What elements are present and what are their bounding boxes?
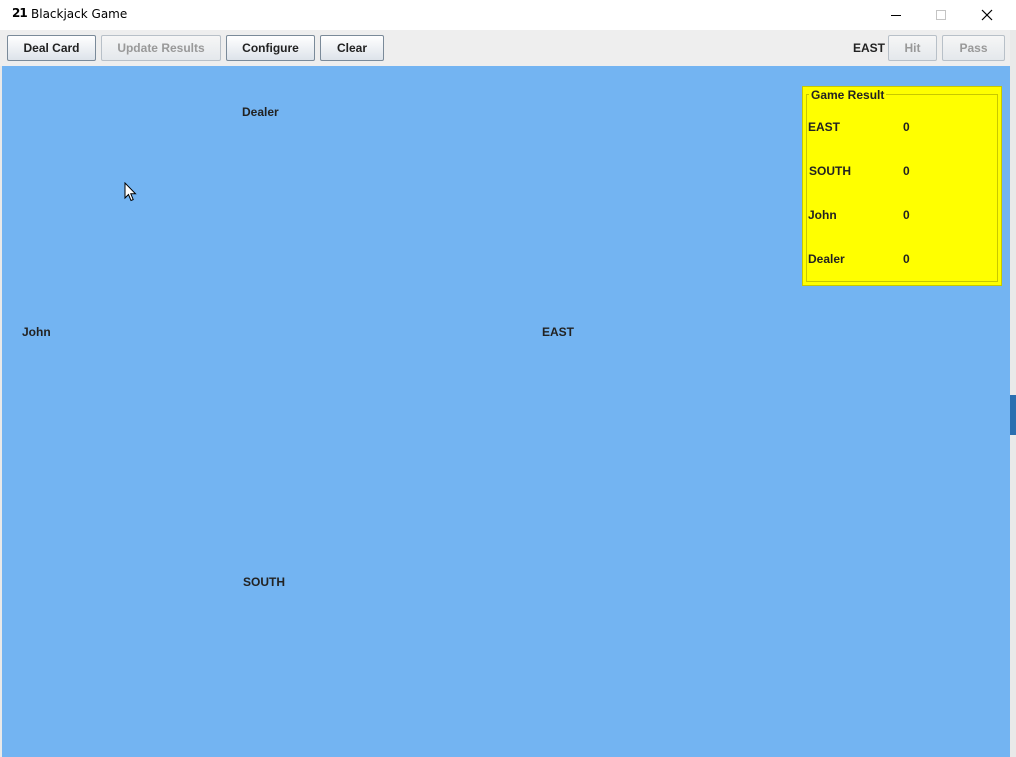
result-name-east: EAST [808, 120, 841, 134]
window-edge-accent [1010, 395, 1016, 435]
window-right-border [1010, 30, 1016, 757]
toolbar: Deal Card Update Results Configure Clear… [0, 30, 1010, 66]
configure-button[interactable]: Configure [226, 35, 315, 61]
hit-button[interactable]: Hit [888, 35, 937, 61]
pass-button[interactable]: Pass [942, 35, 1005, 61]
close-icon [981, 9, 993, 21]
east-label: EAST [542, 325, 575, 339]
dealer-label: Dealer [242, 105, 279, 119]
result-score-east: 0 [903, 120, 910, 134]
game-result-panel: Game Result EAST 0 SOUTH 0 John 0 Dealer… [802, 86, 1002, 286]
maximize-button [918, 0, 964, 30]
minimize-button[interactable] [873, 0, 919, 30]
result-score-dealer: 0 [903, 252, 910, 266]
result-name-south: SOUTH [809, 164, 851, 178]
current-turn-label: EAST [853, 41, 886, 55]
south-label: SOUTH [243, 575, 285, 589]
app-icon: 21 [12, 6, 28, 20]
result-score-south: 0 [903, 164, 910, 178]
window-title: Blackjack Game [31, 7, 128, 21]
john-label: John [22, 325, 51, 339]
maximize-icon [936, 10, 946, 20]
deal-card-button[interactable]: Deal Card [7, 35, 96, 61]
clear-button[interactable]: Clear [320, 35, 384, 61]
game-result-title: Game Result [809, 88, 887, 102]
mouse-pointer-icon [124, 182, 137, 202]
minimize-icon [891, 15, 901, 16]
result-name-dealer: Dealer [808, 252, 845, 266]
result-score-john: 0 [903, 208, 910, 222]
update-results-button[interactable]: Update Results [101, 35, 221, 61]
result-name-john: John [808, 208, 837, 222]
title-bar: 21 Blackjack Game [0, 0, 1016, 30]
close-button[interactable] [964, 0, 1010, 30]
